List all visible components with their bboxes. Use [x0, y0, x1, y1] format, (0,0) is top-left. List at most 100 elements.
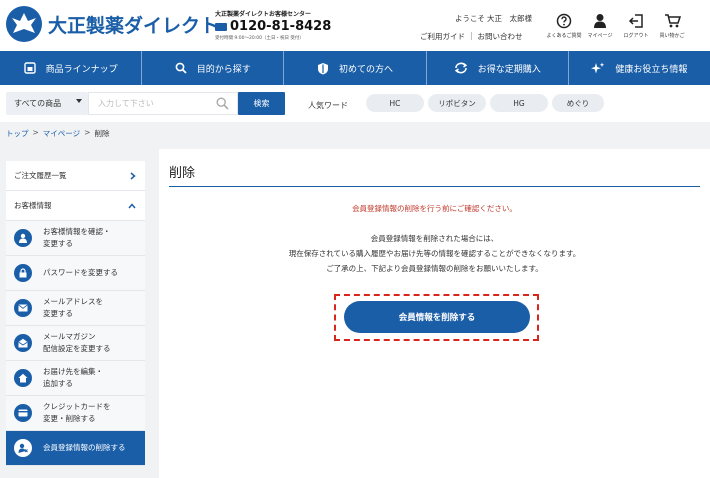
nav-item-products[interactable]: 商品ラインナップ [0, 51, 143, 85]
popular-keywords: HC リポビタン HG めぐり [366, 94, 608, 112]
header-links: ご利用ガイド | お問い合わせ [420, 31, 523, 42]
sidebar-section-orders[interactable]: ご注文履歴一覧 [6, 161, 145, 191]
search-icon[interactable] [216, 97, 229, 112]
lock-icon [14, 264, 32, 282]
keyword-chip[interactable]: HG [490, 94, 548, 112]
sidebar-item-address[interactable]: お届け先を編集・ 追加する [6, 361, 145, 396]
call-center-hours: 受付時間 9:00〜20:00（土日・祝日 受付） [215, 36, 304, 41]
question-circle-icon [546, 12, 582, 30]
nav-label: 健康お役立ち情報 [615, 64, 688, 75]
call-center-title: 大正製薬ダイレクトお客様センター [215, 11, 312, 18]
person-icon [582, 12, 618, 30]
logo[interactable]: 大正製薬ダイレクト [6, 6, 219, 42]
sidebar-item-password[interactable]: パスワードを変更する [6, 256, 145, 291]
logout-label: ログアウト [623, 33, 649, 39]
notice-text: 会員登録情報を削除された場合には、 現在保存されている購入履歴やお届け先等の情報… [159, 231, 710, 276]
nav-item-health-info[interactable]: 健康お役立ち情報 [569, 51, 710, 85]
main-panel: 削除 会員登録情報の削除を行う前にご確認ください。 会員登録情報を削除された場合… [159, 149, 710, 478]
mail-icon [14, 299, 32, 317]
keyword-chip[interactable]: リポビタン [428, 94, 486, 112]
free-dial-icon [215, 22, 227, 31]
mypage-sidebar: ご注文履歴一覧 お客様情報 お客様情報を確認・ 変更する パスワードを変更する … [6, 161, 145, 466]
nav-label: 商品ラインナップ [45, 64, 118, 75]
sidebar-item-profile[interactable]: お客様情報を確認・ 変更する [6, 221, 145, 256]
header-icons: よくあるご質問 マイページ ログアウト 買い物かご [546, 12, 690, 39]
eagle-logo-icon [6, 6, 42, 42]
cart-label: 買い物かご [659, 33, 685, 39]
shield-icon [317, 62, 329, 75]
cart-button[interactable]: 買い物かご [654, 12, 690, 39]
logout-button[interactable]: ログアウト [618, 12, 654, 39]
guide-link[interactable]: ご利用ガイド [420, 31, 465, 42]
global-nav: 商品ラインナップ 目的から探す 初めての方へ お得な定期購入 健康お役立ち情報 [0, 51, 710, 85]
divider: | [470, 31, 473, 40]
refresh-icon [454, 62, 468, 74]
breadcrumb: トップ > マイページ > 削除 [6, 128, 109, 139]
contact-link[interactable]: お問い合わせ [478, 31, 523, 42]
warning-message: 会員登録情報の削除を行う前にご確認ください。 [352, 204, 517, 213]
logout-icon [618, 12, 654, 30]
sidebar-item-label: メールアドレスを 変更する [43, 297, 103, 318]
nav-label: 初めての方へ [339, 64, 394, 75]
breadcrumb-band: トップ > マイページ > 削除 [0, 122, 710, 142]
sidebar-item-label: メールマガジン 配信設定を変更する [43, 332, 111, 353]
title-divider [169, 186, 700, 187]
breadcrumb-top[interactable]: トップ [6, 128, 29, 139]
search-button[interactable]: 検索 [238, 92, 285, 115]
notice-line: 現在保存されている購入履歴やお届け先等の情報を確認することができなくなります。 [288, 249, 581, 258]
nav-item-beginners[interactable]: 初めての方へ [284, 51, 427, 85]
search-bar: すべての商品 検索 人気ワード HC リポビタン HG めぐり [0, 85, 710, 122]
chevron-right-icon [130, 172, 136, 182]
sidebar-item-label: お客様情報を確認・ 変更する [43, 227, 111, 248]
search-icon [175, 62, 187, 74]
faq-button[interactable]: よくあるご質問 [546, 12, 582, 39]
sidebar-item-label: お届け先を編集・ 追加する [43, 367, 103, 388]
sidebar-item-label: クレジットカードを 変更・削除する [43, 402, 111, 423]
popular-keywords-label: 人気ワード [308, 101, 348, 110]
nav-label: お得な定期購入 [477, 64, 541, 75]
nav-item-purpose[interactable]: 目的から探す [142, 51, 285, 85]
breadcrumb-separator: > [32, 128, 39, 137]
welcome-name: 大正 太郎様 [487, 14, 532, 23]
call-center: 大正製薬ダイレクトお客様センター 0120-81-8428 受付時間 9:00〜… [215, 9, 331, 41]
nav-label: 目的から探す [196, 64, 251, 75]
newsletter-icon [14, 334, 32, 352]
sidebar-section-label: ご注文履歴一覧 [14, 171, 67, 180]
sparkle-icon [591, 62, 605, 75]
sidebar-section-customer-info[interactable]: お客様情報 [6, 191, 145, 221]
keyword-chip[interactable]: HC [366, 94, 424, 112]
home-icon [14, 369, 32, 387]
sidebar-item-credit-card[interactable]: クレジットカードを 変更・削除する [6, 396, 145, 431]
sidebar-item-delete-account[interactable]: 会員登録情報の削除する [6, 431, 145, 466]
mypage-button[interactable]: マイページ [582, 12, 618, 39]
nav-item-subscription[interactable]: お得な定期購入 [427, 51, 569, 85]
faq-label: よくあるご質問 [546, 33, 582, 39]
notice-line: 会員登録情報を削除された場合には、 [370, 234, 499, 243]
call-center-phone[interactable]: 0120-81-8428 [230, 19, 331, 34]
logo-text: 大正製薬ダイレクト [48, 14, 220, 37]
notice-line: ご了承の上、下記より会員登録情報の削除をお願いいたします。 [326, 264, 543, 273]
sidebar-section-label: お客様情報 [14, 201, 52, 210]
sidebar-item-label: 会員登録情報の削除する [43, 443, 126, 452]
person-icon [14, 229, 32, 247]
site-header: 大正製薬ダイレクト 大正製薬ダイレクトお客様センター 0120-81-8428 … [0, 0, 710, 50]
keyword-chip[interactable]: めぐり [552, 94, 604, 112]
breadcrumb-current: 削除 [94, 129, 110, 138]
breadcrumb-separator: > [84, 128, 91, 137]
chevron-up-icon [128, 202, 136, 211]
chevron-down-icon [76, 99, 82, 103]
delete-user-icon [14, 439, 32, 457]
cart-icon [654, 12, 690, 30]
mypage-label: マイページ [587, 33, 613, 39]
sidebar-item-label: パスワードを変更する [43, 268, 118, 277]
sidebar-item-newsletter[interactable]: メールマガジン 配信設定を変更する [6, 326, 145, 361]
page-title: 削除 [169, 166, 196, 181]
welcome-prefix: ようこそ [455, 14, 485, 23]
sidebar-item-email[interactable]: メールアドレスを 変更する [6, 291, 145, 326]
welcome-message: ようこそ 大正 太郎様 [455, 13, 534, 24]
credit-card-icon [14, 404, 32, 422]
category-select-value: すべての商品 [14, 99, 62, 108]
breadcrumb-mypage[interactable]: マイページ [43, 128, 80, 139]
category-select[interactable]: すべての商品 [6, 92, 88, 115]
delete-account-button[interactable]: 会員情報を削除する [344, 301, 530, 333]
